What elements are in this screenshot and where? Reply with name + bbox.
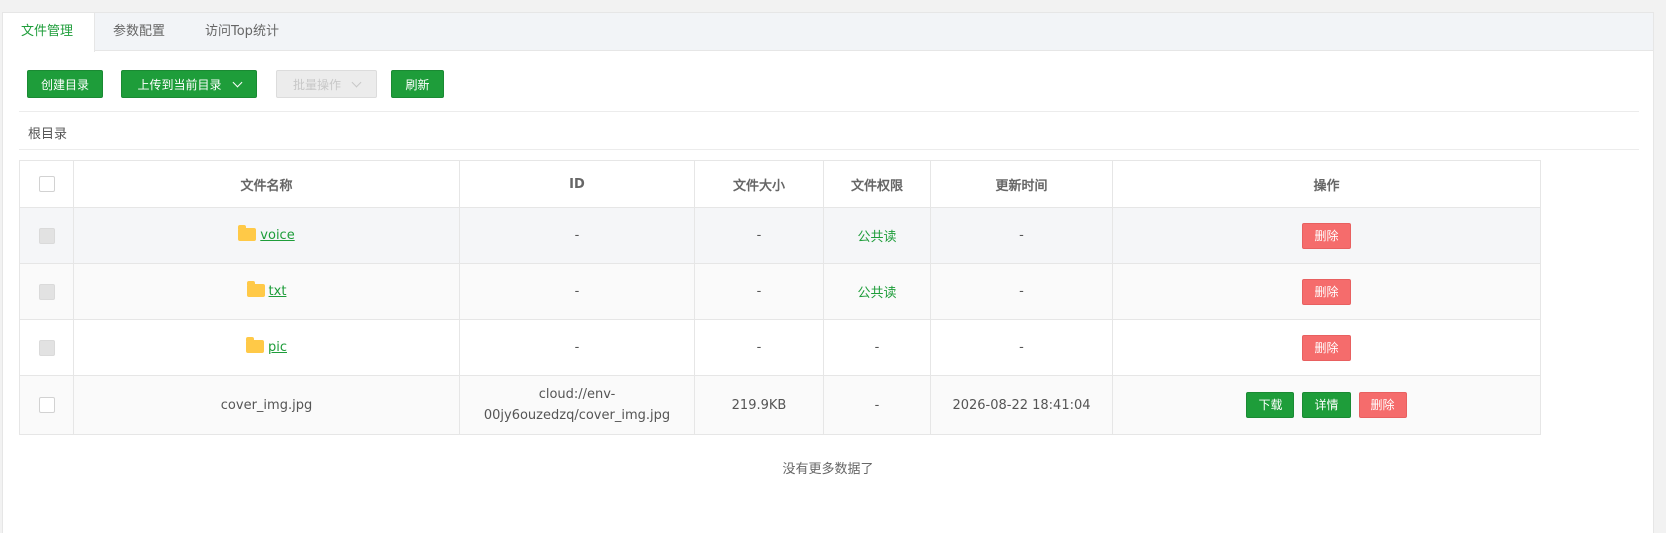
delete-button[interactable]: 删除 — [1302, 278, 1351, 305]
table-row: voice - - 公共读 - 删除 — [19, 207, 1541, 264]
updated-cell: - — [930, 207, 1113, 264]
row-checkbox — [38, 227, 55, 244]
divider — [19, 111, 1639, 112]
delete-button[interactable]: 删除 — [1358, 392, 1407, 418]
tab-parameter-config[interactable]: 参数配置 — [113, 13, 165, 51]
size-cell: 219.9KB — [694, 375, 824, 435]
breadcrumb[interactable]: 根目录 — [28, 123, 67, 142]
id-cell: - — [459, 263, 695, 320]
folder-link[interactable]: txt — [269, 284, 287, 299]
updated-cell: 2026-08-22 18:41:04 — [930, 375, 1113, 435]
id-line-1: cloud://env- — [538, 387, 616, 402]
delete-button[interactable]: 删除 — [1302, 222, 1351, 249]
tab-access-top-stats[interactable]: 访问Top统计 — [205, 13, 279, 51]
header-file-size: 文件大小 — [694, 160, 824, 208]
file-table: 文件名称 ID 文件大小 文件权限 更新时间 操作 voice - - 公共读 … — [19, 160, 1541, 435]
updated-cell: - — [930, 263, 1113, 320]
download-button[interactable]: 下载 — [1246, 392, 1295, 418]
folder-icon — [246, 281, 265, 297]
chevron-down-icon — [232, 77, 242, 88]
permission-cell: - — [823, 319, 931, 376]
folder-icon — [238, 225, 257, 241]
row-checkbox — [38, 283, 55, 300]
folder-link[interactable]: pic — [268, 340, 287, 355]
permission-cell: - — [823, 375, 931, 435]
header-id: ID — [459, 160, 695, 208]
size-cell: - — [694, 263, 824, 320]
id-cell: - — [459, 319, 695, 376]
row-checkbox — [38, 339, 55, 356]
details-button[interactable]: 详情 — [1302, 392, 1351, 418]
table-row: cover_img.jpg cloud://env- 00jy6ouzedzq/c… — [19, 375, 1541, 435]
folder-link[interactable]: voice — [260, 228, 294, 243]
tab-bar: 文件管理 参数配置 访问Top统计 — [3, 13, 1653, 52]
header-file-name: 文件名称 — [73, 160, 460, 208]
upload-button[interactable]: 上传到当前目录 — [121, 70, 257, 98]
file-name-cell: cover_img.jpg — [73, 375, 460, 435]
select-all-cell — [19, 160, 74, 208]
id-cell: cloud://env- 00jy6ouzedzq/cover_img.jpg — [459, 375, 695, 435]
refresh-button[interactable]: 刷新 — [391, 70, 444, 98]
select-all-checkbox[interactable] — [38, 176, 55, 192]
row-checkbox[interactable] — [38, 397, 55, 413]
table-row: txt - - 公共读 - 删除 — [19, 263, 1541, 320]
header-updated-time: 更新时间 — [930, 160, 1113, 208]
size-cell: - — [694, 207, 824, 264]
id-line-2: 00jy6ouzedzq/cover_img.jpg — [483, 408, 671, 423]
create-directory-button[interactable]: 创建目录 — [27, 70, 103, 98]
id-cell: - — [459, 207, 695, 264]
chevron-down-icon — [351, 77, 362, 88]
header-permission: 文件权限 — [823, 160, 931, 208]
file-manager-panel: 文件管理 参数配置 访问Top统计 创建目录 上传到当前目录 批量操作 刷新 根… — [2, 12, 1654, 533]
table-row: pic - - - - 删除 — [19, 319, 1541, 376]
header-actions: 操作 — [1112, 160, 1541, 208]
permission-cell: 公共读 — [823, 263, 931, 320]
size-cell: - — [694, 319, 824, 376]
table-header-row: 文件名称 ID 文件大小 文件权限 更新时间 操作 — [19, 160, 1541, 208]
upload-button-label: 上传到当前目录 — [137, 78, 222, 92]
delete-button[interactable]: 删除 — [1302, 334, 1351, 361]
tab-file-management[interactable]: 文件管理 — [3, 13, 95, 52]
permission-cell: 公共读 — [823, 207, 931, 264]
updated-cell: - — [930, 319, 1113, 376]
batch-operation-label: 批量操作 — [292, 78, 341, 92]
batch-operation-button[interactable]: 批量操作 — [276, 70, 377, 98]
no-more-data-text: 没有更多数据了 — [782, 462, 874, 477]
divider — [19, 149, 1639, 150]
folder-icon — [245, 337, 264, 353]
